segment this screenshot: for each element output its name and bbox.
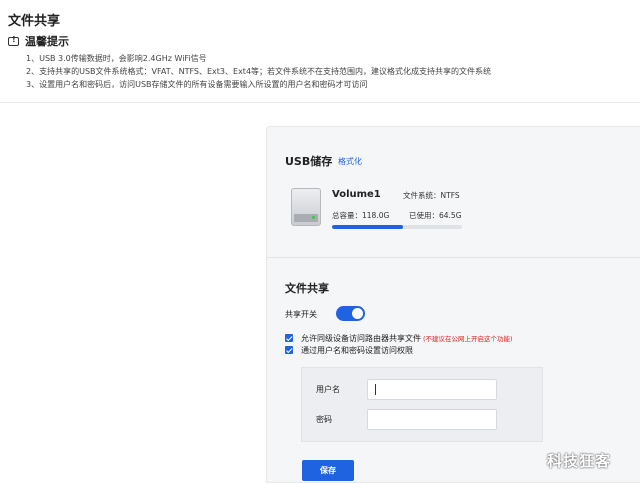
- info-icon: [8, 35, 19, 46]
- share-switch-label: 共享开关: [285, 310, 317, 319]
- tip-line: 1、USB 3.0传输数据时，会影响2.4GHz WiFi信号: [26, 54, 207, 63]
- tips-header: 温馨提示: [8, 33, 69, 49]
- hard-disk-icon: [291, 188, 321, 226]
- watermark: 科技狂客: [547, 452, 612, 470]
- section-divider: [0, 102, 640, 103]
- tip-line: 3、设置用户名和密码后，访问USB存储文件的所有设备需要输入所设置的用户名和密码…: [26, 80, 368, 89]
- usb-storage-title: USB储存: [285, 155, 333, 168]
- auth-access-label: 通过用户名和密码设置访问权限: [301, 346, 413, 355]
- tips-heading: 温馨提示: [25, 35, 69, 48]
- toggle-knob: [352, 308, 363, 319]
- usage-bar: [332, 225, 462, 229]
- public-network-warning: (不建议在公网上开启这个功能): [423, 335, 513, 343]
- allow-lan-access-checkbox[interactable]: [285, 334, 293, 342]
- username-input[interactable]: [367, 379, 497, 400]
- tips-list: 1、USB 3.0传输数据时，会影响2.4GHz WiFi信号 2、支持共享的U…: [26, 52, 491, 91]
- password-input[interactable]: [367, 409, 497, 430]
- total-capacity-label: 总容量：118.0G: [332, 211, 390, 220]
- file-share-title: 文件共享: [285, 282, 329, 295]
- format-link[interactable]: 格式化: [338, 156, 362, 167]
- text-caret: [375, 384, 376, 395]
- card-divider: [266, 257, 640, 258]
- allow-lan-access-label: 允许同级设备访问路由器共享文件 (不建议在公网上开启这个功能): [301, 333, 513, 344]
- tip-line: 2、支持共享的USB文件系统格式：VFAT、NTFS、Ext3、Ext4等；若文…: [26, 67, 492, 76]
- auth-access-checkbox[interactable]: [285, 346, 293, 354]
- password-label: 密码: [316, 415, 332, 424]
- volume-name: Volume1: [332, 189, 381, 200]
- share-toggle[interactable]: [336, 306, 365, 321]
- save-button[interactable]: 保存: [302, 460, 354, 481]
- username-label: 用户名: [316, 385, 340, 394]
- allow-lan-access-text: 允许同级设备访问路由器共享文件: [301, 334, 421, 343]
- file-system-label: 文件系统：NTFS: [403, 191, 460, 200]
- page-title: 文件共享: [8, 14, 61, 29]
- usage-bar-fill: [332, 225, 404, 229]
- used-capacity-label: 已使用：64.5G: [409, 211, 462, 220]
